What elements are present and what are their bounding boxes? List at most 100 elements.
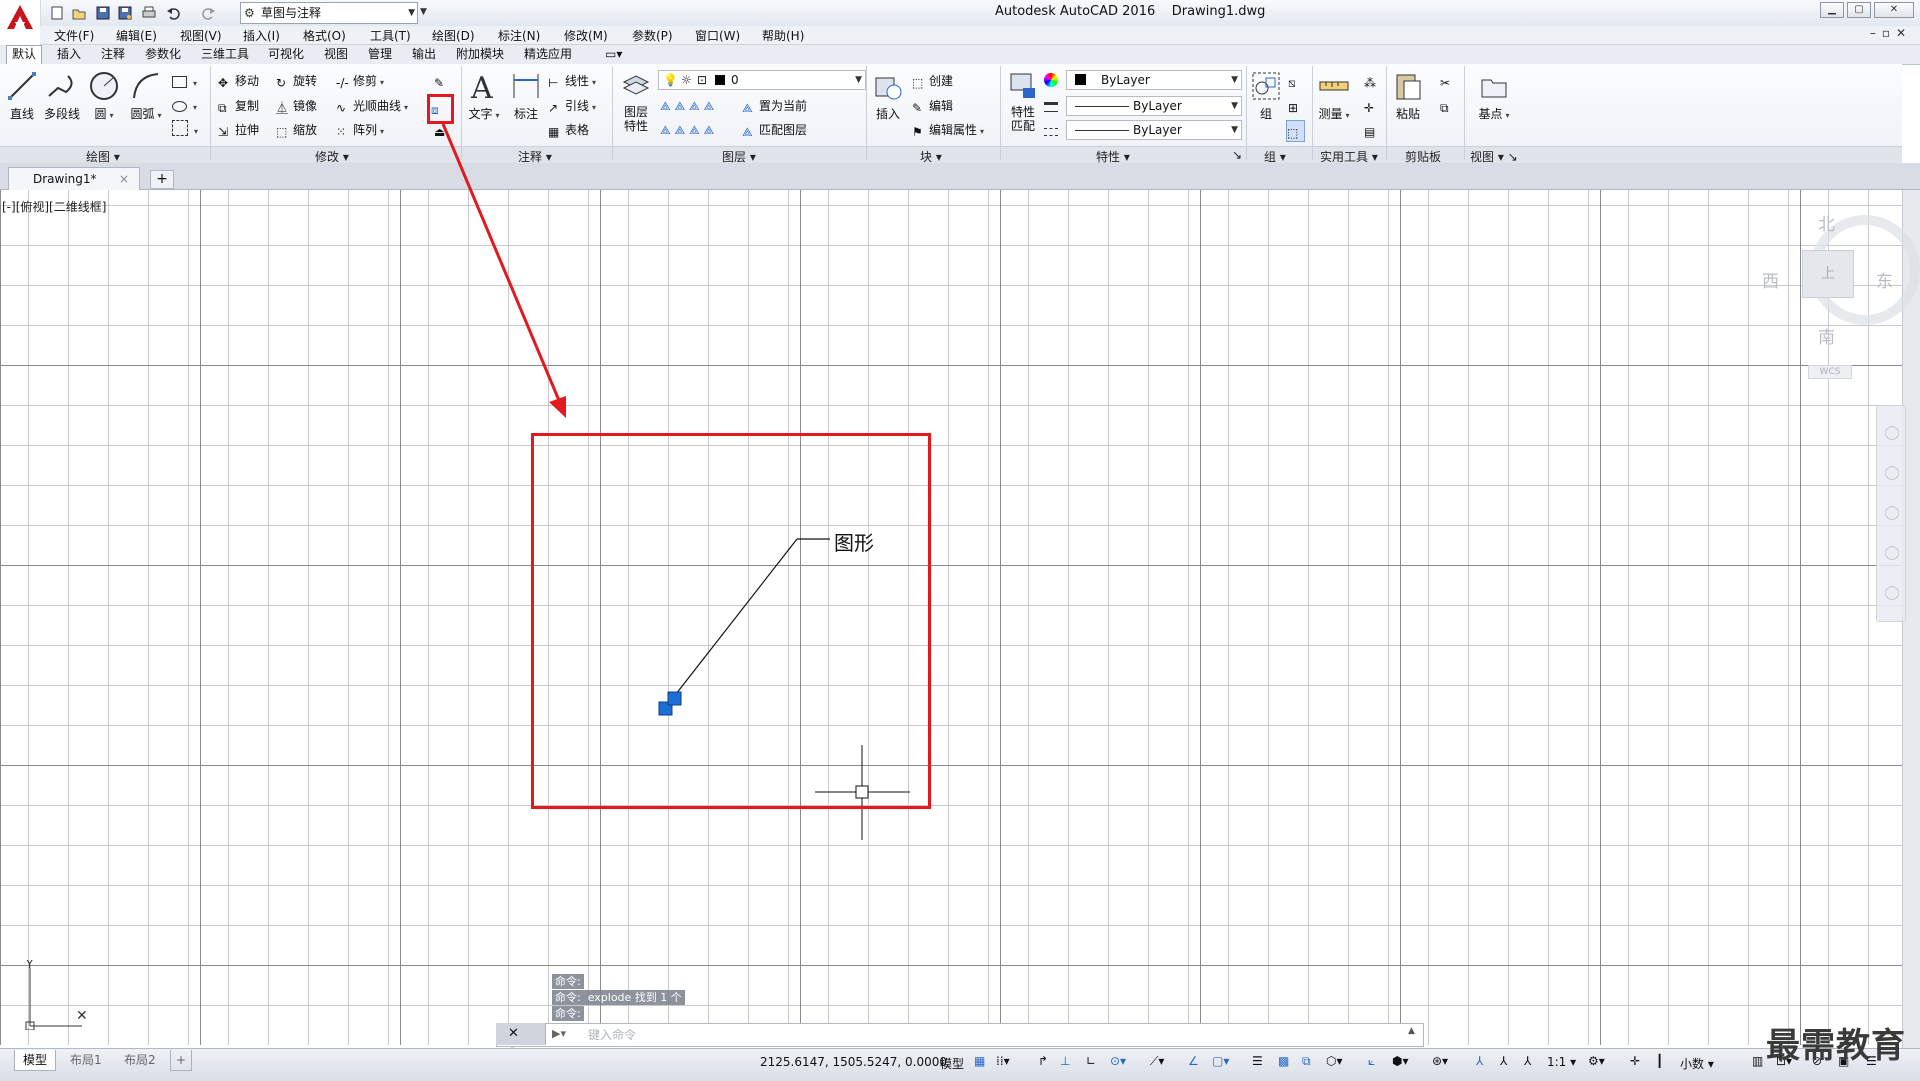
mirror-button[interactable]: ⏅ 镜像 — [276, 96, 317, 116]
layout-tab-model[interactable]: 模型 — [14, 1050, 57, 1071]
tab-output[interactable]: 输出 — [407, 46, 441, 63]
menu-view[interactable]: 视图(V) — [180, 27, 222, 44]
menu-format[interactable]: 格式(O) — [303, 27, 346, 44]
save-as-icon[interactable] — [116, 4, 136, 24]
layout-tab-layout2[interactable]: 布局2 — [116, 1050, 164, 1070]
menu-modify[interactable]: 修改(M) — [564, 27, 608, 44]
polyline-button[interactable]: 多段线 — [44, 70, 80, 122]
panel-title-clipboard[interactable]: 剪贴板 — [1405, 148, 1441, 164]
new-file-icon[interactable] — [48, 4, 68, 24]
doc-tab-drawing1[interactable]: Drawing1* × — [8, 167, 140, 190]
tab-view[interactable]: 视图 — [319, 46, 353, 63]
leader-button[interactable]: ↗ 引线 ▾ — [548, 96, 596, 116]
menu-dimension[interactable]: 标注(N) — [498, 27, 540, 44]
steering-wheel-icon[interactable] — [1885, 426, 1899, 440]
stretch-button[interactable]: ⇲ 拉伸 — [218, 120, 259, 140]
print-icon[interactable] — [140, 4, 160, 24]
ortho-mode-icon[interactable]: ∟ — [1086, 1054, 1100, 1068]
properties-dialog-launcher-icon[interactable]: ↘ — [1232, 148, 1242, 162]
rectangle-tool[interactable]: ▾ — [172, 72, 197, 92]
linetype-dropdown[interactable]: ByLayer ▼ — [1066, 96, 1242, 116]
undo-icon[interactable] — [164, 4, 184, 24]
ellipse-tool[interactable]: ▾ — [172, 96, 197, 116]
menu-parametric[interactable]: 参数(P) — [632, 27, 673, 44]
arc-button[interactable]: 圆弧 ▾ — [130, 70, 162, 122]
copy-clip-icon[interactable]: ⧉ — [1440, 96, 1457, 116]
navigation-bar[interactable] — [1876, 405, 1906, 622]
create-block-button[interactable]: ⬚ 创建 — [912, 71, 953, 91]
trim-button[interactable]: -/- 修剪 ▾ — [336, 71, 384, 91]
text-button[interactable]: A 文字 ▾ — [468, 70, 500, 122]
cut-icon[interactable]: ✂ — [1440, 71, 1457, 91]
menu-help[interactable]: 帮助(H) — [762, 27, 804, 44]
tab-visualize[interactable]: 可视化 — [263, 46, 309, 63]
annotation-scale-icon[interactable]: ⅄ — [1524, 1054, 1538, 1068]
save-icon[interactable] — [94, 4, 114, 24]
lineweight-dropdown[interactable]: ByLayer ▼ — [1066, 120, 1242, 140]
ungroup-icon[interactable]: ⧅ — [1288, 71, 1305, 91]
selection-cycling-icon[interactable]: ⧉ — [1302, 1054, 1316, 1068]
workspace-switching-icon[interactable]: ⚙▾ — [1588, 1054, 1605, 1068]
tab-featured-apps[interactable]: 精选应用 — [519, 46, 577, 63]
auto-scale-icon[interactable]: ⅄ — [1500, 1054, 1514, 1068]
pan-icon[interactable] — [1885, 466, 1899, 480]
tab-manage[interactable]: 管理 — [363, 46, 397, 63]
panel-title-annotation[interactable]: 注释 ▾ — [518, 148, 552, 164]
erase-button[interactable]: ✎ — [434, 71, 451, 91]
tab-parametric[interactable]: 参数化 — [140, 46, 186, 63]
command-prompt-icon[interactable]: ▶▾ — [552, 1027, 566, 1040]
copy-button[interactable]: ⧉ 复制 — [218, 96, 259, 116]
panel-title-view[interactable]: 视图 ▾ ↘ — [1470, 148, 1518, 164]
dimension-button[interactable]: 标注 — [510, 70, 542, 122]
base-view-button[interactable]: 基点 ▾ — [1478, 70, 1510, 122]
color-dropdown[interactable]: ByLayer ▼ — [1066, 70, 1242, 90]
menu-edit[interactable]: 编辑(E) — [116, 27, 157, 44]
hatch-tool[interactable]: ▾ — [172, 120, 198, 140]
annotation-visibility-icon[interactable]: ⅄ — [1476, 1054, 1490, 1068]
menu-window[interactable]: 窗口(W) — [695, 27, 740, 44]
edit-attributes-button[interactable]: ⚑ 编辑属性 ▾ — [912, 120, 984, 140]
snap-toggle-icon[interactable]: ⁞⁞▾ — [996, 1054, 1010, 1068]
linear-dim-button[interactable]: ⊢ 线性 ▾ — [548, 71, 596, 91]
selection-filter-icon[interactable]: ⬢▾ — [1392, 1054, 1409, 1068]
group-selection-toggle-icon[interactable]: ⬚ — [1286, 120, 1305, 142]
open-file-icon[interactable] — [70, 4, 90, 24]
tab-annotate[interactable]: 注释 — [96, 46, 130, 63]
chevron-up-icon[interactable]: ▲ — [1408, 1026, 1415, 1036]
gizmo-icon[interactable]: ⊛▾ — [1432, 1054, 1448, 1068]
quick-properties-icon[interactable]: ▥ — [1752, 1054, 1766, 1068]
command-line-tools[interactable]: ✕🔧 — [496, 1023, 546, 1063]
dynamic-ucs-icon[interactable]: ⟀ — [1368, 1054, 1382, 1068]
group-edit-icon[interactable]: ⊞ — [1288, 96, 1305, 116]
match-layer-button[interactable]: ⟁ 匹配图层 — [742, 120, 807, 140]
application-menu-button[interactable] — [0, 0, 41, 34]
showmotion-icon[interactable] — [1885, 586, 1899, 600]
polar-tracking-icon[interactable]: ⊙▾ — [1110, 1054, 1126, 1068]
set-current-layer-button[interactable]: ⟁ 置为当前 — [742, 96, 807, 116]
menu-tools[interactable]: 工具(T) — [370, 27, 411, 44]
array-button[interactable]: ⁙ 阵列 ▾ — [336, 120, 384, 140]
panel-title-properties[interactable]: 特性 ▾ — [1096, 148, 1130, 164]
tab-3d-tools[interactable]: 三维工具 — [196, 46, 254, 63]
color-wheel-icon[interactable] — [1044, 71, 1061, 91]
leader-annotation-text[interactable]: 图形 — [834, 527, 874, 556]
point-icon[interactable]: ✛ — [1364, 96, 1381, 116]
lineweight-icon[interactable] — [1044, 96, 1061, 116]
orbit-icon[interactable] — [1885, 546, 1899, 560]
zoom-extents-icon[interactable] — [1885, 506, 1899, 520]
3d-object-snap-icon[interactable]: ⬡▾ — [1326, 1054, 1343, 1068]
rotate-button[interactable]: ↻ 旋转 — [276, 71, 317, 91]
paste-button[interactable]: 粘贴 — [1392, 70, 1424, 122]
maximize-button[interactable]: ▢ — [1847, 2, 1871, 18]
panel-title-block[interactable]: 块 ▾ — [920, 148, 942, 164]
layout-tab-layout1[interactable]: 布局1 — [62, 1050, 110, 1070]
move-button[interactable]: ✥ 移动 — [218, 71, 259, 91]
calculator-icon[interactable]: ▤ — [1364, 120, 1381, 140]
spline-button[interactable]: ∿ 光顺曲线 ▾ — [336, 96, 408, 116]
layer-dropdown[interactable]: 💡 ☼ ⊡ 0 ▼ — [658, 70, 866, 90]
tab-add-ins[interactable]: 附加模块 — [451, 46, 509, 63]
viewport-controls-label[interactable]: [-][俯视][二维线框] — [2, 198, 106, 215]
tab-insert[interactable]: 插入 — [52, 46, 86, 63]
wcs-menu[interactable]: WCS — [1808, 365, 1852, 379]
match-properties-button[interactable]: 特性 匹配 — [1006, 70, 1040, 133]
